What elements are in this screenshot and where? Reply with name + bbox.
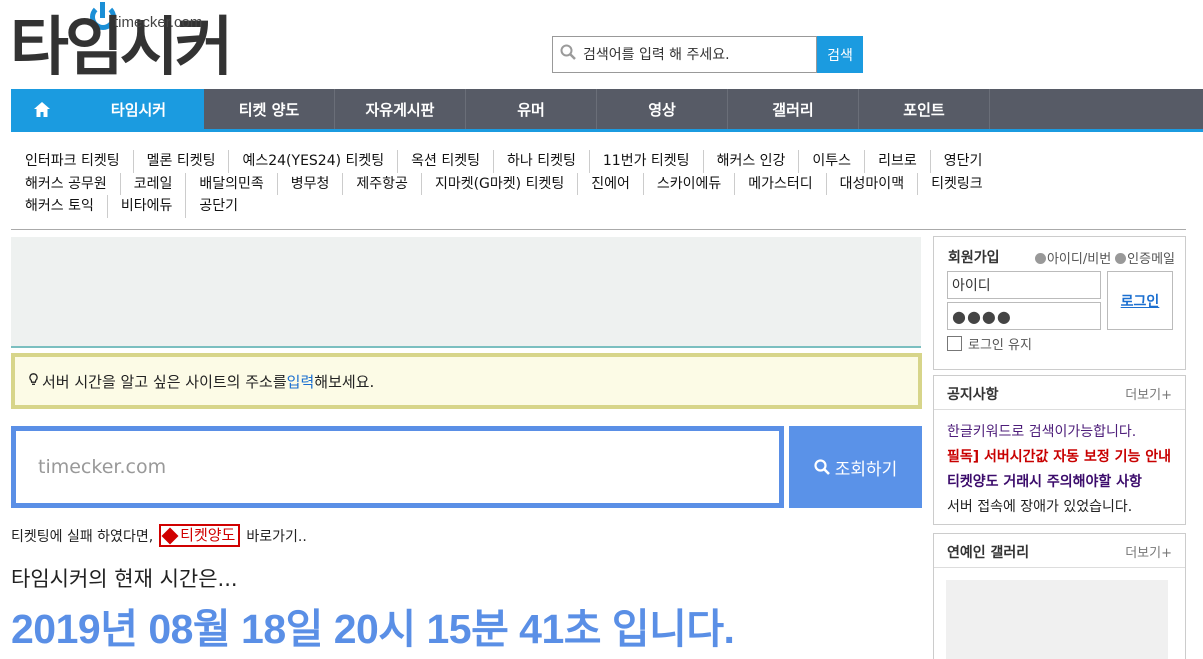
quick-link[interactable]: 이투스 (798, 150, 864, 173)
login-button[interactable]: 로그인 (1107, 271, 1173, 330)
site-logo[interactable]: 타임시커 timecker.com (10, 2, 245, 86)
list-item[interactable]: 티켓양도 거래시 주의해야할 사항 (947, 470, 1173, 495)
notices-panel: 공지사항 더보기+ 한글키워드로 검색이가능합니다. 필독] 서버시간값 자동 … (933, 375, 1186, 525)
list-item[interactable]: 필독] 서버시간값 자동 보정 기능 안내 (947, 445, 1173, 470)
ticket-transfer-link-label: 티켓양도 (180, 526, 236, 544)
gallery-header: 연예인 갤러리 더보기+ (934, 534, 1185, 568)
list-item[interactable]: 한글키워드로 검색이가능합니다. (947, 420, 1173, 445)
auth-mail-link[interactable]: 인증메일 (1115, 248, 1175, 267)
input-hint-bar: 서버 시간을 알고 싶은 사이트의 주소를 입력 해보세요. (11, 353, 922, 409)
url-query-box (11, 426, 784, 508)
quick-link[interactable]: 리브로 (864, 150, 930, 173)
dot-icon (1034, 253, 1046, 264)
id-field[interactable]: 아이디 (947, 271, 1101, 299)
quick-link[interactable]: 해커스 인강 (702, 150, 799, 173)
ticket-tag-icon (161, 527, 179, 544)
quick-links-row-1: 인터파크 티켓팅 멜론 티켓팅 예스24(YES24) 티켓팅 옥션 티켓팅 하… (25, 150, 1186, 173)
search-icon (814, 459, 830, 475)
query-button[interactable]: 조회하기 (789, 426, 922, 508)
quick-link[interactable]: 멜론 티켓팅 (132, 150, 229, 173)
nav-home[interactable] (11, 89, 73, 129)
site-search-box (552, 36, 817, 73)
notices-title: 공지사항 (947, 387, 999, 403)
hint-text-after: 해보세요. (314, 372, 375, 391)
nav-item-gallery[interactable]: 갤러리 (728, 89, 859, 129)
quick-link[interactable]: 병무청 (276, 172, 343, 195)
quick-link[interactable]: 공단기 (185, 195, 251, 218)
notices-list: 한글키워드로 검색이가능합니다. 필독] 서버시간값 자동 보정 기능 안내 티… (934, 410, 1185, 520)
notices-header: 공지사항 더보기+ (934, 376, 1185, 410)
hint-text-before: 서버 시간을 알고 싶은 사이트의 주소를 (42, 372, 287, 391)
quick-link[interactable]: 코레일 (119, 172, 186, 195)
hint-text-highlight: 입력 (286, 372, 315, 391)
quick-links-row-2: 해커스 공무원 코레일 배달의민족 병무청 제주항공 지마켓(G마켓) 티켓팅 … (25, 172, 1186, 196)
site-search-input[interactable] (583, 46, 808, 63)
fail-text: 티켓팅에 실패 하였다면, (11, 528, 154, 545)
login-panel: 회원가입 아이디/비번 인증메일 아이디 ●●●● 로그인 로그인 유지 (933, 236, 1186, 370)
lightbulb-icon (29, 372, 38, 390)
site-search-button[interactable]: 검색 (817, 36, 863, 73)
quick-links-row-3: 해커스 토익 비타에듀 공단기 (25, 195, 1186, 218)
quick-link[interactable]: 해커스 토익 (25, 195, 107, 218)
auth-mail-label: 인증메일 (1127, 252, 1175, 267)
gallery-more-link[interactable]: 더보기+ (1125, 542, 1172, 561)
quick-link[interactable]: 옥션 티켓팅 (397, 150, 493, 173)
quick-link[interactable]: 제주항공 (342, 172, 421, 195)
gallery-panel: 연예인 갤러리 더보기+ (933, 533, 1186, 659)
quick-link[interactable]: 해커스 공무원 (25, 173, 120, 196)
ad-banner[interactable] (11, 237, 921, 348)
quick-link[interactable]: 스카이에듀 (642, 172, 734, 195)
keep-login[interactable]: 로그인 유지 (947, 334, 1032, 353)
gallery-thumbnail[interactable] (946, 580, 1168, 659)
quick-link[interactable]: 티켓링크 (917, 172, 996, 195)
ticket-fail-line: 티켓팅에 실패 하였다면, 티켓양도 바로가기.. (11, 524, 307, 547)
quick-link[interactable]: 하나 티켓팅 (493, 150, 589, 173)
find-account-link[interactable]: 아이디/비번 (1034, 248, 1112, 267)
keep-login-checkbox[interactable] (947, 336, 962, 351)
go-text: 바로가기.. (246, 528, 307, 545)
home-icon (34, 101, 50, 117)
quick-link[interactable]: 영단기 (929, 150, 996, 173)
nav-item-video[interactable]: 영상 (597, 89, 728, 129)
logo-domain: timecker.com (114, 14, 203, 31)
quick-link[interactable]: 진에어 (577, 172, 643, 195)
quick-link[interactable]: 지마켓(G마켓) 티켓팅 (420, 172, 577, 195)
quick-link[interactable]: 비타에듀 (106, 195, 186, 218)
quick-link[interactable]: 예스24(YES24) 티켓팅 (228, 150, 397, 173)
current-time-label: 타임시커의 현재 시간은... (11, 567, 238, 591)
quick-links-panel: 인터파크 티켓팅 멜론 티켓팅 예스24(YES24) 티켓팅 옥션 티켓팅 하… (11, 142, 1186, 230)
quick-link[interactable]: 11번가 티켓팅 (588, 150, 703, 173)
query-button-label: 조회하기 (834, 459, 898, 480)
url-query-input[interactable] (38, 456, 738, 478)
password-field[interactable]: ●●●● (947, 302, 1101, 330)
gallery-title: 연예인 갤러리 (947, 545, 1030, 561)
nav-item-points[interactable]: 포인트 (859, 89, 990, 129)
search-icon (553, 44, 583, 65)
signup-link[interactable]: 회원가입 (948, 247, 1000, 267)
main-nav: 타임시커 티켓 양도 자유게시판 유머 영상 갤러리 포인트 (11, 89, 1203, 132)
notices-more-link[interactable]: 더보기+ (1125, 384, 1172, 403)
keep-login-label: 로그인 유지 (968, 338, 1032, 353)
current-time-value: 2019년 08월 18일 20시 15분 41초 입니다. (11, 606, 735, 652)
quick-link[interactable]: 메가스터디 (734, 172, 825, 195)
ticket-transfer-link[interactable]: 티켓양도 (159, 524, 241, 547)
dot-icon (1115, 253, 1127, 264)
nav-item-humor[interactable]: 유머 (466, 89, 597, 129)
login-sublinks: 아이디/비번 인증메일 (1034, 248, 1175, 267)
quick-link[interactable]: 배달의민족 (185, 172, 276, 195)
quick-link[interactable]: 대성마이맥 (825, 172, 917, 195)
quick-link[interactable]: 인터파크 티켓팅 (25, 150, 133, 173)
find-account-label: 아이디/비번 (1046, 252, 1112, 267)
nav-item-free-board[interactable]: 자유게시판 (335, 89, 466, 129)
nav-item-ticket-transfer[interactable]: 티켓 양도 (204, 89, 335, 129)
nav-item-timeseeker[interactable]: 타임시커 (73, 89, 204, 129)
list-item[interactable]: 서버 접속에 장애가 있었습니다. (947, 495, 1173, 520)
